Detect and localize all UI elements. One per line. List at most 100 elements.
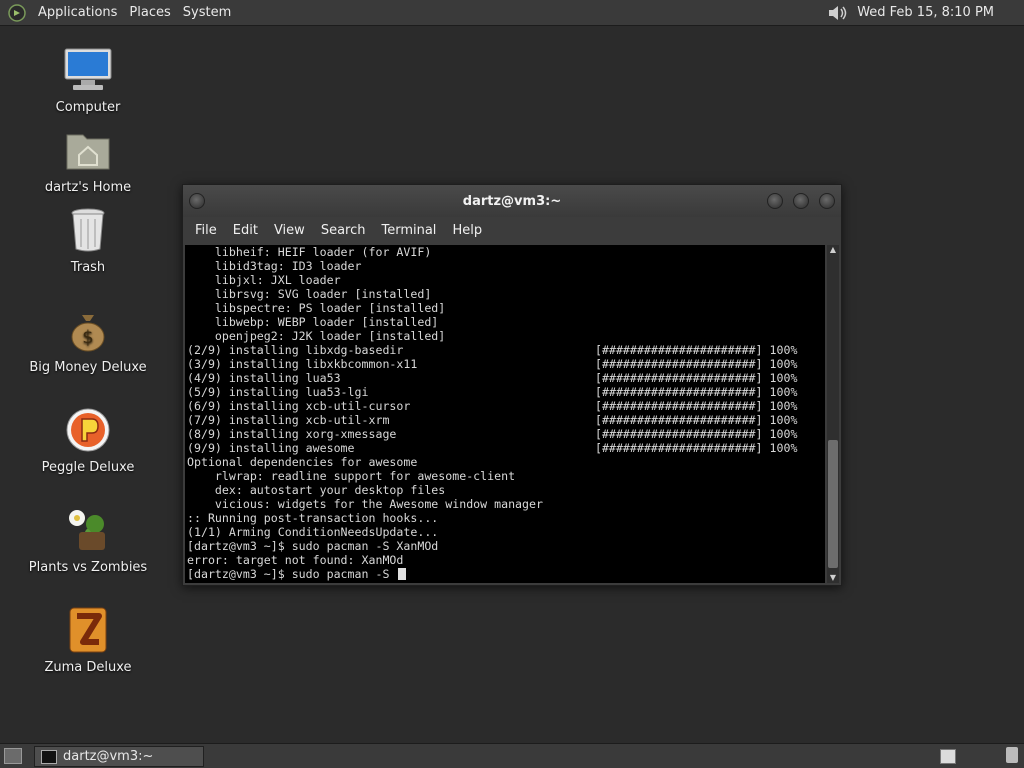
menu-terminal[interactable]: Terminal	[373, 223, 444, 238]
terminal-line-text: libspectre: PS loader [installed]	[187, 301, 446, 315]
close-button[interactable]	[819, 193, 835, 209]
peggle-icon	[62, 406, 114, 454]
menu-file[interactable]: File	[187, 223, 225, 238]
terminal-window[interactable]: dartz@vm3:~ File Edit View Search Termin…	[182, 184, 842, 586]
desktop-icon-label: Computer	[55, 100, 121, 115]
home-folder-icon	[62, 126, 114, 174]
terminal-line-text: dex: autostart your desktop files	[187, 483, 446, 497]
terminal-line: error: target not found: XanMOd	[185, 553, 825, 567]
terminal-menubar: File Edit View Search Terminal Help	[183, 217, 841, 243]
scroll-up-arrow-icon[interactable]: ▲	[827, 245, 839, 255]
window-titlebar[interactable]: dartz@vm3:~	[183, 185, 841, 217]
scrollbar-thumb[interactable]	[828, 440, 838, 568]
desktop-icon-label: Zuma Deluxe	[44, 660, 132, 675]
terminal-line-text: (5/9) installing lua53-lgi	[187, 385, 369, 399]
desktop-icon-trash[interactable]: Trash	[18, 206, 158, 275]
progress-bar-text: [######################] 100%	[595, 399, 798, 413]
desktop-icon-label: dartz's Home	[44, 180, 132, 195]
desktop-icon-label: Peggle Deluxe	[41, 460, 135, 475]
desktop-icon-label: Plants vs Zombies	[28, 560, 148, 575]
bottom-panel: dartz@vm3:~	[0, 743, 1024, 768]
minimize-button[interactable]	[767, 193, 783, 209]
desktop-icon-big-money[interactable]: $ Big Money Deluxe	[18, 306, 158, 375]
desktop-icon-label: Big Money Deluxe	[29, 360, 147, 375]
terminal-line: libjxl: JXL loader	[185, 273, 825, 287]
progress-bar-text: [######################] 100%	[595, 371, 798, 385]
maximize-button[interactable]	[793, 193, 809, 209]
desktop-icon-label: Trash	[70, 260, 106, 275]
progress-bar-text: [######################] 100%	[595, 441, 798, 455]
terminal-cursor	[398, 568, 407, 580]
zuma-icon	[62, 606, 114, 654]
terminal-line-text: libid3tag: ID3 loader	[187, 259, 362, 273]
terminal-line-text: error: target not found: XanMOd	[187, 553, 404, 567]
top-panel: Applications Places System Wed Feb 15, 8…	[0, 0, 1024, 26]
terminal-line-text: libwebp: WEBP loader [installed]	[187, 315, 439, 329]
progress-bar-text: [######################] 100%	[595, 343, 798, 357]
terminal-prompt: [dartz@vm3 ~]$ sudo pacman -S	[187, 567, 397, 581]
terminal-line: Optional dependencies for awesome	[185, 455, 825, 469]
menu-search[interactable]: Search	[313, 223, 374, 238]
terminal-line: libheif: HEIF loader (for AVIF)	[185, 245, 825, 259]
terminal-line: libspectre: PS loader [installed]	[185, 301, 825, 315]
taskbar-item-label: dartz@vm3:~	[63, 749, 154, 764]
terminal-line-text: (6/9) installing xcb-util-cursor	[187, 399, 411, 413]
terminal-line-text: openjpeg2: J2K loader [installed]	[187, 329, 446, 343]
menu-edit[interactable]: Edit	[225, 223, 266, 238]
show-desktop-icon[interactable]	[4, 748, 22, 764]
terminal-line: [dartz@vm3 ~]$ sudo pacman -S XanMOd	[185, 539, 825, 553]
terminal-line: :: Running post-transaction hooks...	[185, 511, 825, 525]
places-menu[interactable]: Places	[123, 5, 176, 20]
terminal-line-text: (3/9) installing libxkbcommon-x11	[187, 357, 418, 371]
terminal-line: (2/9) installing libxdg-basedir [########…	[185, 343, 825, 357]
terminal-line: (1/1) Arming ConditionNeedsUpdate...	[185, 525, 825, 539]
terminal-line-text: (9/9) installing awesome	[187, 441, 355, 455]
terminal-scrollbar[interactable]: ▲ ▼	[827, 245, 839, 583]
desktop-icon-computer[interactable]: Computer	[18, 46, 158, 115]
terminal-line: rlwrap: readline support for awesome-cli…	[185, 469, 825, 483]
terminal-line: (6/9) installing xcb-util-cursor [#######…	[185, 399, 825, 413]
terminal-output[interactable]: libheif: HEIF loader (for AVIF) libid3ta…	[185, 245, 825, 583]
taskbar-item-terminal[interactable]: dartz@vm3:~	[34, 746, 204, 767]
terminal-line: libwebp: WEBP loader [installed]	[185, 315, 825, 329]
terminal-line-text: (8/9) installing xorg-xmessage	[187, 427, 397, 441]
terminal-line-text: vicious: widgets for the Awesome window …	[187, 497, 543, 511]
trash-icon	[62, 206, 114, 254]
terminal-line: (4/9) installing lua53 [#################…	[185, 371, 825, 385]
terminal-line: librsvg: SVG loader [installed]	[185, 287, 825, 301]
window-menu-button[interactable]	[189, 193, 205, 209]
terminal-line: (5/9) installing lua53-lgi [#############…	[185, 385, 825, 399]
terminal-line-text: rlwrap: readline support for awesome-cli…	[187, 469, 516, 483]
money-bag-icon: $	[62, 306, 114, 354]
gnome-foot-icon[interactable]	[8, 3, 26, 22]
terminal-line-text: (7/9) installing xcb-util-xrm	[187, 413, 390, 427]
desktop-icon-peggle[interactable]: Peggle Deluxe	[18, 406, 158, 475]
terminal-line-text: (4/9) installing lua53	[187, 371, 341, 385]
terminal-line: vicious: widgets for the Awesome window …	[185, 497, 825, 511]
terminal-line-text: (1/1) Arming ConditionNeedsUpdate...	[187, 525, 439, 539]
terminal-line-text: librsvg: SVG loader [installed]	[187, 287, 432, 301]
terminal-line: libid3tag: ID3 loader	[185, 259, 825, 273]
terminal-icon	[41, 749, 57, 764]
applications-menu[interactable]: Applications	[32, 5, 123, 20]
workspace-switcher[interactable]	[940, 749, 956, 764]
svg-text:$: $	[82, 327, 93, 348]
clock[interactable]: Wed Feb 15, 8:10 PM	[857, 5, 994, 20]
progress-bar-text: [######################] 100%	[595, 413, 798, 427]
window-title: dartz@vm3:~	[462, 193, 562, 209]
terminal-line: openjpeg2: J2K loader [installed]	[185, 329, 825, 343]
terminal-line-text: Optional dependencies for awesome	[187, 455, 418, 469]
trash-applet-icon[interactable]	[1006, 747, 1018, 763]
desktop-icon-zuma[interactable]: Zuma Deluxe	[18, 606, 158, 675]
menu-view[interactable]: View	[266, 223, 313, 238]
terminal-line-text: (2/9) installing libxdg-basedir	[187, 343, 404, 357]
system-menu[interactable]: System	[177, 5, 237, 20]
volume-icon[interactable]	[827, 3, 849, 23]
desktop-icon-plants-vs-zombies[interactable]: Plants vs Zombies	[18, 506, 158, 575]
terminal-line: (8/9) installing xorg-xmessage [#########…	[185, 427, 825, 441]
desktop-icon-home[interactable]: dartz's Home	[18, 126, 158, 195]
terminal-line: dex: autostart your desktop files	[185, 483, 825, 497]
menu-help[interactable]: Help	[444, 223, 490, 238]
terminal-prompt-line[interactable]: [dartz@vm3 ~]$ sudo pacman -S	[185, 567, 825, 581]
scroll-down-arrow-icon[interactable]: ▼	[827, 573, 839, 583]
